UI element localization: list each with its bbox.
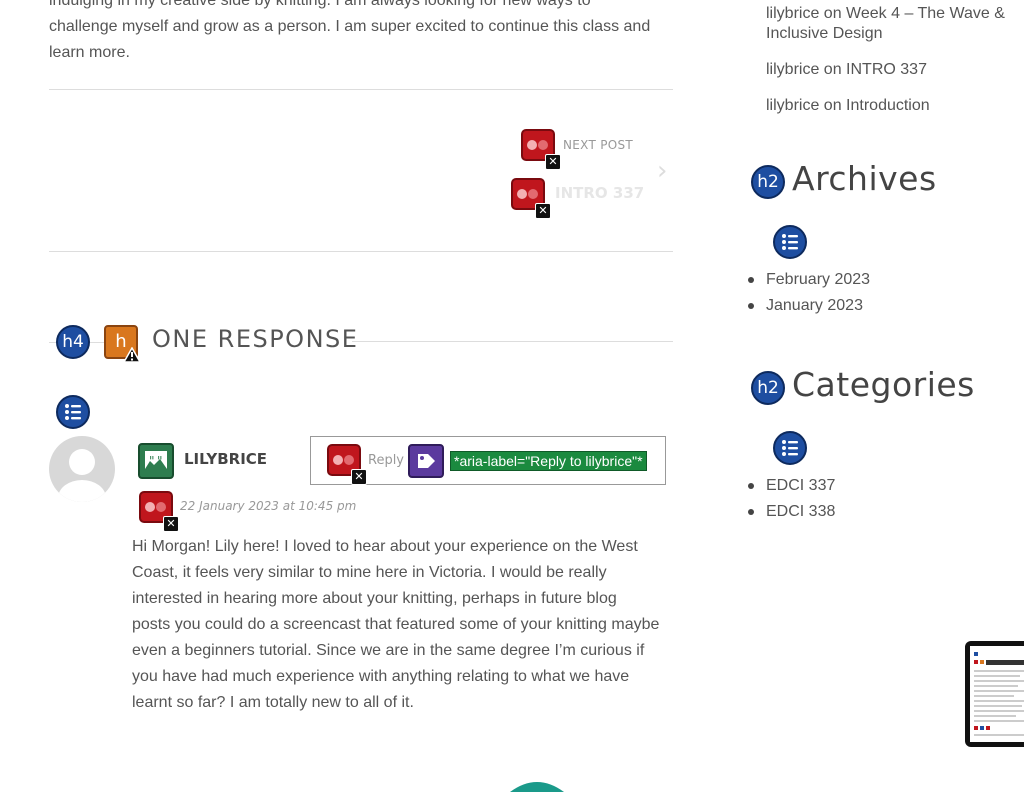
archives-heading: Archives (792, 159, 937, 198)
image-error-badge: ✕ (521, 129, 561, 170)
list-icon (56, 395, 90, 429)
post-navigation[interactable]: ✕ NEXT POST ✕ INTRO 337 › (505, 126, 680, 219)
list-icon (773, 225, 807, 259)
recent-comments: lilybrice on Week 4 – The Wave & Inclusi… (766, 4, 1016, 116)
h4-badge: h4 (56, 325, 90, 359)
recent-comment-item[interactable]: lilybrice on Week 4 – The Wave & Inclusi… (766, 4, 1016, 44)
aria-label-badge: *aria-label="Reply to lilybrice"* (450, 451, 647, 471)
next-post-title[interactable]: INTRO 337 (555, 184, 644, 202)
comment-line: you have had much experience with anythi… (132, 668, 630, 685)
logo-partial (510, 778, 564, 792)
comment-line: Hi Morgan! Lily here! I loved to hear ab… (132, 538, 638, 555)
comment-line: even a beginners tutorial. Since we are … (132, 642, 645, 659)
recent-comment-item[interactable]: lilybrice on INTRO 337 (766, 60, 1016, 80)
comment-body: Hi Morgan! Lily here! I loved to hear ab… (132, 534, 692, 716)
comment-date[interactable]: 22 January 2023 at 10:45 pm (180, 499, 356, 513)
h2-badge: h2 (751, 371, 785, 405)
comment-post-link[interactable]: Introduction (846, 97, 930, 114)
close-icon: ✕ (163, 516, 179, 532)
quote-icon: "" (138, 443, 174, 479)
recent-comment-item[interactable]: lilybrice on Introduction (766, 96, 1016, 116)
comment-author-link[interactable]: lilybrice (766, 61, 819, 78)
archive-link[interactable]: January 2023 (748, 293, 870, 319)
archives-list: February 2023 January 2023 (748, 267, 870, 319)
comment-author-link[interactable]: lilybrice (766, 5, 819, 22)
categories-list: EDCI 337 EDCI 338 (748, 473, 835, 525)
post-text-line: challenge myself and grow as a person. I… (49, 18, 651, 35)
categories-heading: Categories (792, 365, 975, 404)
heading-line-mid (90, 342, 104, 343)
comment-post-link-cont[interactable]: Inclusive Design (766, 25, 883, 42)
avatar (49, 436, 115, 502)
divider (49, 89, 673, 90)
list-icon (773, 431, 807, 465)
comment-line: Coast, it feels very similar to mine her… (132, 564, 607, 581)
heading-alert-icon: h (104, 325, 141, 363)
comment-line: posts you could do a screencast that fea… (132, 616, 660, 633)
comments-heading: ONE RESPONSE (152, 325, 359, 353)
heading-line-right (352, 341, 673, 342)
comment-on: on (823, 97, 842, 114)
comment-line: interested in hearing more about your kn… (132, 590, 617, 607)
image-error-badge: ✕ (139, 491, 179, 532)
divider (49, 251, 673, 252)
page-thumbnail (970, 646, 1024, 742)
close-icon: ✕ (535, 203, 551, 219)
close-icon: ✕ (545, 154, 561, 170)
close-icon: ✕ (351, 469, 367, 485)
comment-on: on (823, 5, 842, 22)
comment-author-link[interactable]: lilybrice (766, 97, 819, 114)
archive-link[interactable]: February 2023 (748, 267, 870, 293)
comment-post-link[interactable]: Week 4 – The Wave & (846, 5, 1005, 22)
category-link[interactable]: EDCI 337 (748, 473, 835, 499)
tag-icon (408, 444, 444, 478)
h2-badge: h2 (751, 165, 785, 199)
comment-on: on (823, 61, 842, 78)
page-thumbnail-panel[interactable] (965, 641, 1024, 747)
comment-line: learnt so far? I am totally new to all o… (132, 694, 414, 711)
image-error-badge: ✕ (327, 444, 367, 485)
reply-link[interactable]: Reply (368, 453, 404, 468)
post-text-line: learn more. (49, 44, 130, 61)
comment-post-link[interactable]: INTRO 337 (846, 61, 927, 78)
image-error-badge: ✕ (511, 178, 551, 219)
next-post-label: NEXT POST (563, 138, 634, 152)
post-text-line: indulging in my creative side by knittin… (49, 0, 591, 9)
post-intro-text: indulging in my creative side by knittin… (49, 0, 689, 66)
category-link[interactable]: EDCI 338 (748, 499, 835, 525)
comment-author[interactable]: LILYBRICE (184, 450, 267, 468)
chevron-right-icon[interactable]: › (657, 156, 667, 186)
reply-box[interactable]: ✕ Reply *aria-label="Reply to lilybrice"… (310, 436, 666, 485)
